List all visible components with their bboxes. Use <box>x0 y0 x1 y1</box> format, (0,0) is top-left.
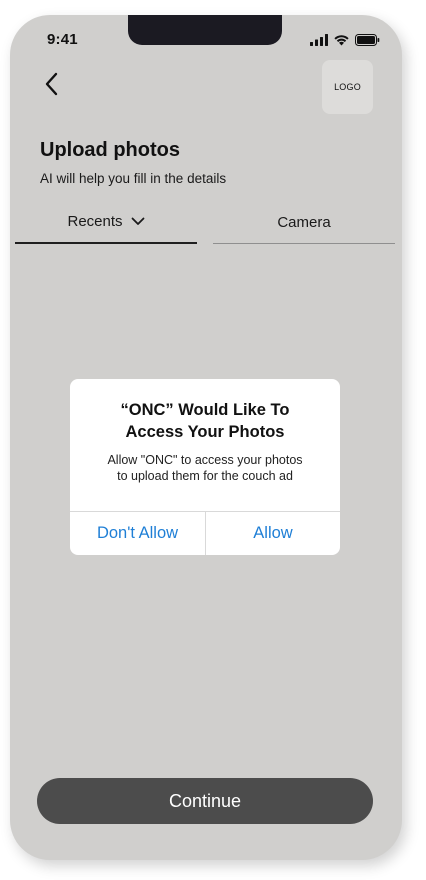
wifi-icon <box>333 33 350 51</box>
allow-button[interactable]: Allow <box>206 512 340 555</box>
status-icons <box>310 33 380 51</box>
continue-button[interactable]: Continue <box>37 778 373 824</box>
status-time: 9:41 <box>47 31 78 48</box>
page-subtitle: AI will help you fill in the details <box>40 171 227 186</box>
battery-icon <box>355 33 380 51</box>
page-title: Upload photos <box>40 139 180 161</box>
tab-camera-label: Camera <box>277 213 331 231</box>
photo-permission-dialog: “ONC” Would Like To Access Your Photos A… <box>70 379 340 555</box>
dont-allow-button[interactable]: Don't Allow <box>70 512 205 555</box>
chevron-down-icon <box>131 217 145 226</box>
tab-camera[interactable]: Camera <box>213 201 395 244</box>
chevron-left-icon <box>44 72 58 101</box>
device-notch <box>128 15 282 45</box>
tab-recents[interactable]: Recents <box>15 201 197 244</box>
app-logo: LOGO <box>322 60 373 114</box>
dialog-title: “ONC” Would Like To Access Your Photos <box>120 401 290 441</box>
cellular-signal-icon <box>310 33 328 51</box>
tab-recents-label: Recents <box>67 213 123 230</box>
dialog-message: Allow "ONC" to access your photos to upl… <box>107 453 303 483</box>
phone-screen: 9:41 LOGO Upload photos AI will help you… <box>10 15 402 860</box>
back-button[interactable] <box>38 72 64 101</box>
